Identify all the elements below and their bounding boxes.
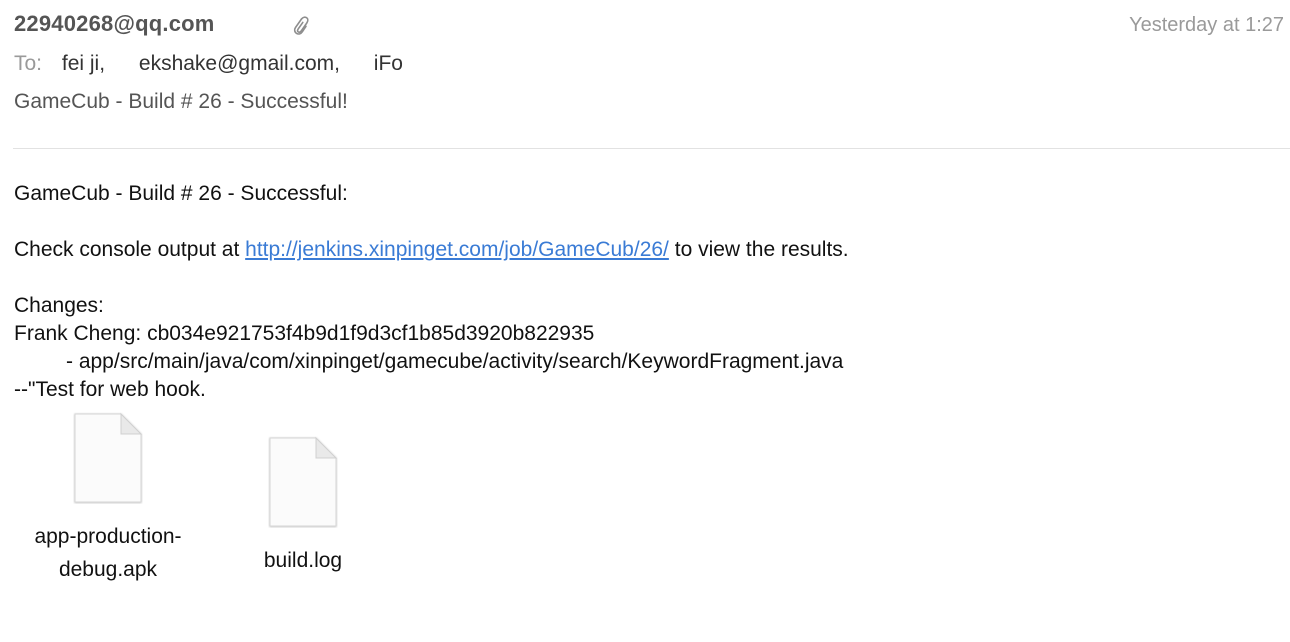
commit-line: Frank Cheng: cb034e921753f4b9d1f9d3cf1b8…: [14, 322, 595, 345]
to-label: To:: [14, 52, 43, 75]
recipients-row: To: fei ji, ekshake@gmail.com, iFo: [14, 52, 431, 76]
console-output-link[interactable]: http://jenkins.xinpinget.com/job/GameCub…: [245, 238, 669, 261]
changed-file: - app/src/main/java/com/xinpinget/gamecu…: [66, 350, 844, 373]
paperclip-icon: [293, 16, 309, 35]
message-header: 22940268@qq.com Yesterday at 1:27 To: fe…: [14, 0, 1284, 150]
attachment-build-log[interactable]: build.log: [213, 544, 393, 577]
check-suffix: to view the results.: [674, 238, 849, 261]
message-body: GameCub - Build # 26 - Successful: Check…: [14, 180, 849, 404]
recipient-1[interactable]: fei ji,: [62, 52, 105, 75]
recipient-3[interactable]: iFo: [374, 52, 403, 75]
attachment-apk-name-2: debug.apk: [58, 558, 158, 581]
attachment-apk-name-1: app-production-: [34, 525, 182, 548]
console-output-line: Check console output at http://jenkins.x…: [14, 236, 849, 264]
recipient-2[interactable]: ekshake@gmail.com,: [139, 52, 340, 75]
sender-address[interactable]: 22940268@qq.com: [14, 11, 215, 37]
body-title: GameCub - Build # 26 - Successful:: [14, 182, 348, 205]
attachment-apk[interactable]: app-production- debug.apk: [8, 520, 208, 586]
check-prefix: Check console output at: [14, 238, 240, 261]
commit-message: --"Test for web hook.: [14, 378, 206, 401]
header-divider: [13, 148, 1290, 149]
document-icon[interactable]: [268, 436, 338, 528]
attachment-build-log-name: build.log: [263, 549, 343, 572]
message-date: Yesterday at 1:27: [1129, 14, 1284, 36]
message-subject: GameCub - Build # 26 - Successful!: [14, 90, 348, 113]
document-icon[interactable]: [73, 412, 143, 504]
changes-label: Changes:: [14, 294, 104, 317]
